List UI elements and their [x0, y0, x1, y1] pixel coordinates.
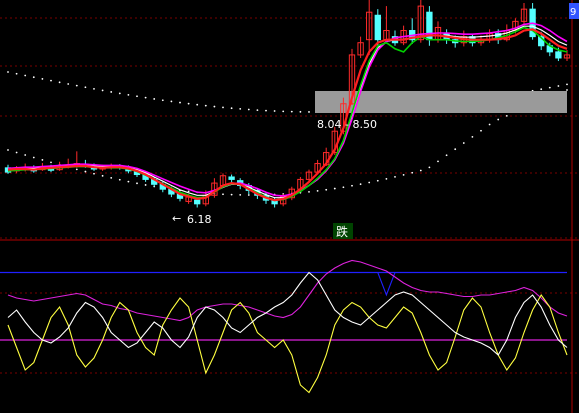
guide-dot-upper [50, 79, 52, 82]
guide-dot-lower [368, 181, 371, 184]
guide-dot-upper [222, 106, 224, 109]
guide-dot-upper [67, 83, 70, 85]
guide-dot-upper [32, 76, 35, 79]
guide-dot-upper [213, 105, 216, 108]
guide-dot-upper [548, 86, 551, 89]
guide-dot-upper [290, 110, 293, 113]
guide-dot-upper [153, 98, 156, 100]
guide-dot-upper [204, 104, 207, 107]
guide-dot-upper [110, 91, 113, 93]
guide-dot-upper [239, 107, 242, 110]
guide-dot-lower [144, 184, 147, 186]
guide-dot-upper [282, 110, 285, 113]
guide-dot-lower [110, 176, 113, 179]
guide-dot-lower [376, 179, 379, 182]
guide-dot-lower [41, 159, 44, 161]
low-arrow-icon: ← [172, 212, 181, 225]
guide-dot-upper [75, 84, 78, 87]
guide-dot-lower [566, 89, 568, 91]
guide-dot-upper [58, 81, 61, 84]
guide-dot-upper [170, 100, 173, 103]
guide-dot-upper [179, 101, 181, 104]
guide-dot-lower [394, 175, 396, 178]
guide-dot-upper [15, 72, 18, 75]
guide-dot-lower [351, 184, 353, 187]
guide-dot-lower [15, 151, 18, 154]
guide-dot-lower [118, 178, 121, 181]
guide-dot-lower [32, 156, 35, 159]
guide-dot-lower [411, 171, 414, 174]
guide-dot-lower [488, 123, 491, 126]
guide-dot-lower [480, 129, 482, 132]
guide-dot-lower [342, 186, 345, 189]
guide-dot-upper [557, 85, 560, 87]
candle-body [194, 199, 201, 205]
guide-dot-upper [136, 95, 138, 98]
guide-dot-lower [247, 194, 250, 196]
guide-dot-lower [505, 114, 508, 117]
guide-dot-upper [24, 74, 27, 77]
guide-dot-lower [136, 182, 138, 185]
candle-body [374, 14, 381, 41]
guide-dot-lower [385, 177, 388, 180]
guide-dot-lower [75, 168, 78, 171]
guide-dot-upper [93, 87, 95, 90]
guide-dot-lower [333, 187, 336, 190]
guide-dot-lower [419, 169, 422, 172]
guide-dot-upper [256, 109, 259, 112]
guide-dot-upper [273, 110, 276, 112]
guide-dot-lower [445, 154, 448, 157]
guide-dot-lower [471, 136, 474, 138]
guide-dot-upper [196, 103, 199, 106]
guide-dot-upper [144, 96, 147, 99]
guide-dot-lower [24, 154, 27, 156]
guide-dot-lower [101, 174, 104, 177]
guide-dot-lower [84, 170, 87, 173]
guide-dot-lower [325, 188, 328, 191]
guide-dot-upper [84, 86, 87, 89]
guide-dot-lower [93, 172, 95, 175]
guide-dot-lower [230, 193, 233, 196]
signal-text: 跌 [336, 224, 348, 239]
guide-dot-lower [437, 160, 439, 163]
guide-dot-lower [239, 193, 242, 196]
guide-dot-upper [161, 99, 164, 102]
guide-dot-lower [497, 118, 500, 121]
guide-dot-lower [50, 161, 52, 164]
guide-dot-upper [230, 107, 233, 110]
guide-dot-lower [222, 193, 224, 196]
guide-dot-lower [127, 180, 130, 183]
low-price-label: 6.18 [187, 213, 212, 226]
guide-dot-lower [462, 142, 465, 144]
guide-dot-upper [265, 109, 267, 112]
guide-dot-upper [540, 88, 543, 91]
guide-dot-lower [402, 173, 405, 176]
guide-dot-upper [187, 102, 190, 105]
guide-dot-lower [454, 148, 457, 151]
guide-dot-lower [316, 190, 319, 192]
candle-body [555, 51, 562, 59]
guide-dot-lower [359, 183, 362, 186]
guide-dot-upper [7, 71, 9, 73]
guide-dot-upper [247, 108, 250, 111]
guide-dot-upper [308, 111, 310, 113]
guide-dot-upper [299, 110, 302, 113]
guide-dot-lower [308, 190, 310, 193]
candle-body [228, 176, 235, 180]
guide-dot-upper [127, 93, 130, 96]
guide-dot-lower [7, 149, 9, 151]
price-range-label: 8.04 - 8.50 [317, 118, 377, 131]
stock-chart: 8.04 - 8.50 ← 6.18 跌 9 [0, 0, 579, 413]
guide-dot-lower [428, 166, 431, 169]
guide-dot-upper [101, 89, 104, 92]
guide-dot-upper [41, 78, 44, 80]
corner-axis-tab-label: 9 [570, 7, 576, 18]
guide-dot-upper [118, 92, 121, 95]
guide-dot-upper [566, 83, 568, 86]
